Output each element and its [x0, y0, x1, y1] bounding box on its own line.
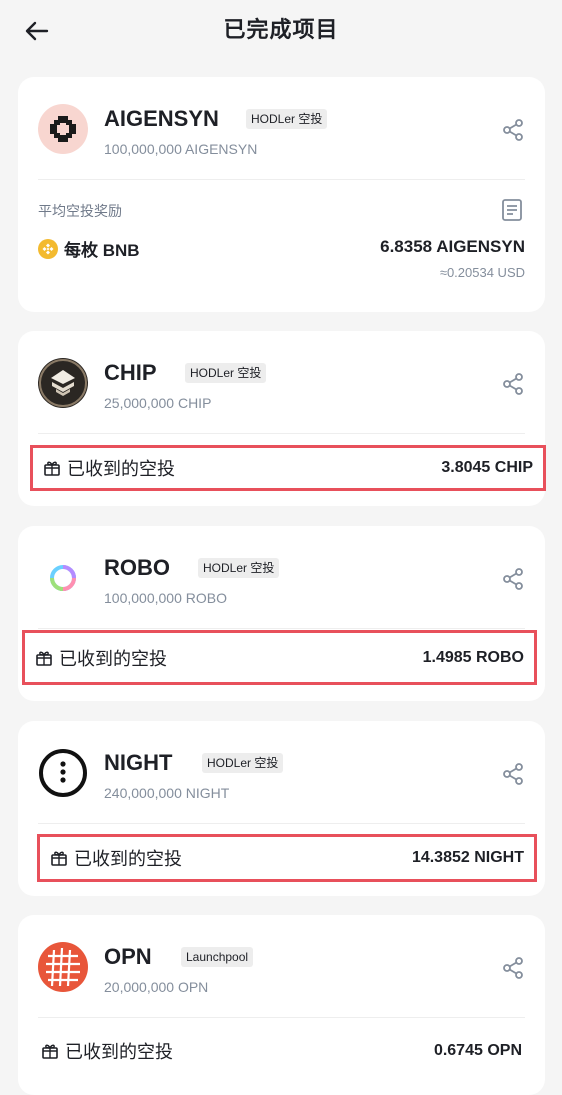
received-airdrop-row: 已收到的空投 3.8045 CHIP	[30, 445, 546, 491]
project-name: ROBO	[104, 555, 170, 580]
divider	[38, 179, 525, 180]
received-value: 0.6745 OPN	[433, 1042, 522, 1059]
share-icon[interactable]	[501, 762, 525, 786]
chip-logo-icon	[39, 359, 87, 407]
opn-logo	[38, 942, 88, 992]
project-supply: 20,000,000 OPN	[104, 979, 209, 995]
divider	[38, 1017, 525, 1018]
avg-reward-label: 平均空投奖励	[38, 203, 122, 219]
share-icon[interactable]	[501, 372, 525, 396]
project-header: AIGENSYN HODLer 空投 100,000,000 AIGENSYN	[18, 77, 545, 179]
share-icon[interactable]	[501, 956, 525, 980]
project-name: AIGENSYN	[104, 106, 219, 131]
received-airdrop-row: 已收到的空投 1.4985 ROBO	[22, 630, 537, 685]
project-card-chip[interactable]: CHIP HODLer 空投 25,000,000 CHIP 已收到的空投 3.…	[18, 331, 546, 506]
robo-logo-icon	[50, 565, 76, 591]
project-tag: HODLer 空投	[198, 558, 280, 578]
project-supply: 100,000,000 AIGENSYN	[104, 141, 258, 157]
aigensyn-logo	[38, 104, 88, 154]
gift-icon	[44, 461, 60, 476]
project-tag: HODLer 空投	[246, 109, 328, 129]
top-bar: 已完成项目	[0, 0, 562, 60]
night-logo	[38, 748, 88, 798]
gift-icon	[42, 1044, 58, 1059]
project-supply: 240,000,000 NIGHT	[104, 785, 230, 801]
project-name: NIGHT	[104, 750, 173, 775]
project-header: NIGHT HODLer 空投 240,000,000 NIGHT	[18, 721, 545, 823]
gift-icon	[51, 851, 67, 866]
received-value: 3.8045 CHIP	[441, 459, 533, 476]
share-icon[interactable]	[501, 118, 525, 142]
per-bnb-usd: ≈0.20534 USD	[439, 265, 525, 280]
project-header: ROBO HODLer 空投 100,000,000 ROBO	[18, 526, 545, 628]
per-bnb-label: 每枚 BNB	[64, 241, 140, 260]
night-logo-icon	[39, 749, 87, 797]
page-title: 已完成项目	[223, 17, 339, 42]
received-label: 已收到的空投	[65, 1042, 173, 1062]
project-header: CHIP HODLer 空投 25,000,000 CHIP	[18, 331, 545, 433]
gift-icon	[36, 651, 52, 666]
project-supply: 100,000,000 ROBO	[104, 590, 227, 606]
opn-logo-icon	[46, 947, 80, 987]
project-card-aigensyn[interactable]: AIGENSYN HODLer 空投 100,000,000 AIGENSYN …	[18, 77, 545, 312]
received-label: 已收到的空投	[74, 849, 182, 869]
chip-logo	[38, 358, 88, 408]
received-value: 1.4985 ROBO	[422, 648, 524, 666]
received-label: 已收到的空投	[67, 459, 175, 479]
received-value: 14.3852 NIGHT	[411, 849, 524, 866]
project-card-night[interactable]: NIGHT HODLer 空投 240,000,000 NIGHT 已收到的空投…	[18, 721, 545, 896]
project-card-robo[interactable]: ROBO HODLer 空投 100,000,000 ROBO 已收到的空投 1…	[18, 526, 545, 701]
divider	[38, 628, 525, 629]
per-bnb-row: 每枚 BNB	[38, 236, 140, 261]
divider	[38, 823, 525, 824]
project-name: CHIP	[104, 360, 157, 385]
project-tag: HODLer 空投	[202, 753, 284, 773]
received-airdrop-row: 已收到的空投 0.6745 OPN	[28, 1033, 535, 1069]
bnb-icon	[38, 238, 58, 259]
received-airdrop-row: 已收到的空投 14.3852 NIGHT	[37, 834, 537, 882]
robo-logo	[38, 553, 88, 603]
document-icon[interactable]	[501, 198, 523, 222]
aigensyn-logo-icon	[50, 116, 76, 142]
share-icon[interactable]	[501, 567, 525, 591]
project-name: OPN	[104, 944, 152, 969]
project-card-opn[interactable]: OPN Launchpool 20,000,000 OPN 已收到的空投 0.6…	[18, 915, 545, 1095]
project-tag: Launchpool	[181, 947, 254, 967]
project-supply: 25,000,000 CHIP	[104, 395, 212, 411]
per-bnb-value: 6.8358 AIGENSYN	[380, 237, 525, 256]
divider	[38, 433, 525, 434]
project-header: OPN Launchpool 20,000,000 OPN	[18, 915, 545, 1017]
project-tag: HODLer 空投	[185, 363, 267, 383]
received-label: 已收到的空投	[59, 648, 167, 669]
